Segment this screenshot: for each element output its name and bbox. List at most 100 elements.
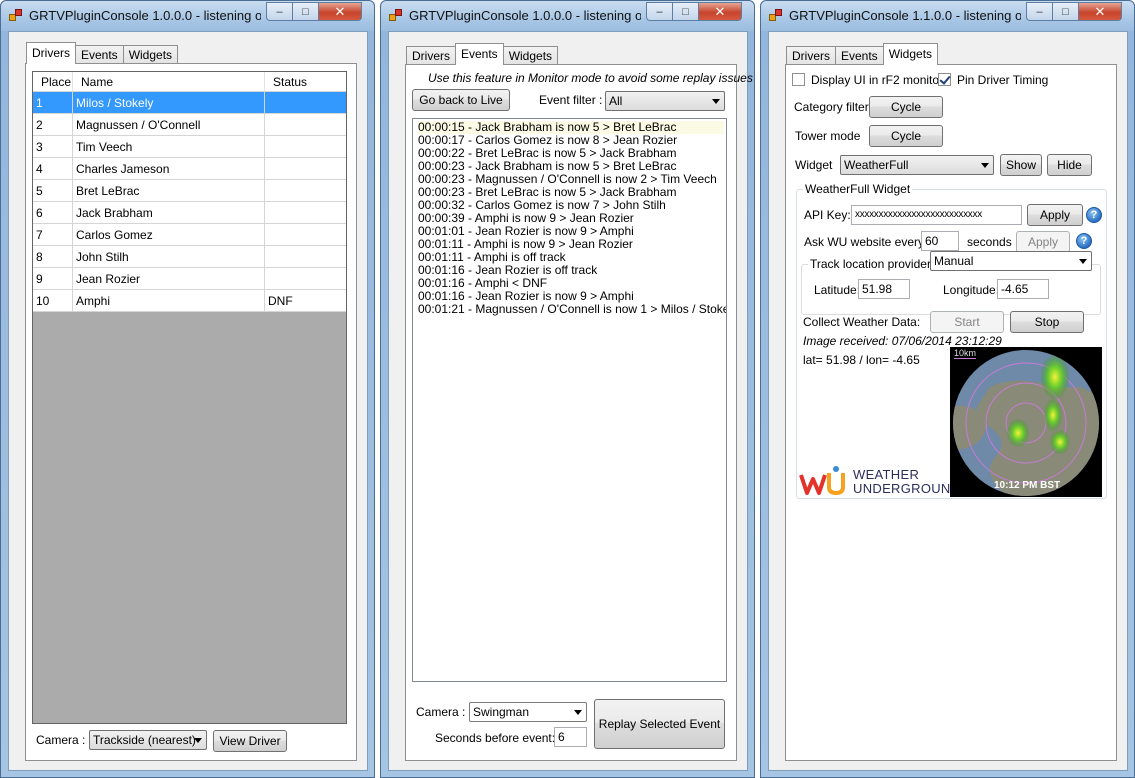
name-cell: Bret LeBrac [73, 180, 265, 201]
table-row[interactable]: 9 Jean Rozier [33, 268, 346, 290]
tab-drivers[interactable]: Drivers [406, 46, 456, 65]
table-row[interactable]: 2 Magnussen / O'Connell [33, 114, 346, 136]
display-ui-label[interactable]: Display UI in rF2 monitor [811, 73, 943, 87]
app-icon [389, 9, 403, 23]
events-tab-panel: Use this feature in Monitor mode to avoi… [405, 64, 753, 761]
minimize-button[interactable]: – [1026, 2, 1052, 21]
close-button[interactable]: ✕ [318, 2, 362, 21]
stop-collect-button[interactable]: Stop [1010, 311, 1084, 333]
display-ui-checkbox[interactable] [792, 73, 805, 86]
track-location-provider-label: Track location provider: [808, 257, 937, 271]
tab-widgets[interactable]: Widgets [502, 46, 559, 65]
maximize-button[interactable]: □ [292, 2, 318, 21]
category-filter-cycle-button[interactable]: Cycle [869, 96, 943, 118]
widget-select[interactable]: WeatherFull [840, 155, 994, 175]
maximize-button[interactable]: □ [672, 2, 698, 21]
table-row[interactable]: 1 Milos / Stokely [33, 92, 346, 114]
list-item[interactable]: 00:01:21 - Magnussen / O'Connell is now … [418, 303, 726, 316]
api-key-apply-button[interactable]: Apply [1027, 204, 1083, 226]
event-filter-select[interactable]: All [605, 91, 725, 111]
radar-time-label: 10:12 PM BST [994, 480, 1061, 491]
track-provider-value: Manual [934, 254, 974, 268]
tab-events[interactable]: Events [75, 45, 124, 64]
ask-wu-apply-button[interactable]: Apply [1016, 231, 1070, 253]
chevron-down-icon [574, 710, 582, 715]
seconds-unit-label: seconds [967, 235, 1012, 249]
minimize-button[interactable]: – [646, 2, 672, 21]
place-cell: 2 [33, 114, 73, 135]
tab-widgets[interactable]: Widgets [882, 43, 939, 65]
widget-select-value: WeatherFull [844, 158, 909, 172]
api-key-input[interactable]: xxxxxxxxxxxxxxxxxxxxxxxxxxx [851, 205, 1022, 225]
status-cell [265, 114, 346, 135]
column-place[interactable]: Place [33, 72, 73, 91]
title-bar[interactable]: GRTVPluginConsole 1.0.0.0 - listening on… [381, 1, 754, 31]
status-cell [265, 180, 346, 201]
view-driver-button[interactable]: View Driver [213, 730, 287, 752]
pin-driver-timing-label[interactable]: Pin Driver Timing [957, 73, 1048, 87]
wu-logo-line2: UNDERGROUND [853, 481, 961, 496]
api-key-help-icon[interactable]: ? [1086, 207, 1102, 223]
name-cell: Charles Jameson [73, 158, 265, 179]
column-name[interactable]: Name [73, 72, 265, 91]
tab-events[interactable]: Events [835, 46, 884, 65]
tab-drivers[interactable]: Drivers [786, 46, 836, 65]
event-list[interactable]: 00:00:15 - Jack Brabham is now 5 > Bret … [412, 118, 727, 682]
replay-selected-event-button[interactable]: Replay Selected Event [594, 699, 725, 749]
pin-driver-timing-checkbox[interactable] [938, 73, 951, 86]
ask-wu-label: Ask WU website every: [804, 235, 928, 249]
place-cell: 3 [33, 136, 73, 157]
client-area: Drivers Events Widgets Place Name Status… [8, 31, 368, 771]
camera-select-value: Swingman [473, 705, 530, 719]
tab-events[interactable]: Events [455, 43, 504, 65]
title-bar[interactable]: GRTVPluginConsole 1.1.0.0 - listening on… [761, 1, 1134, 31]
status-cell [265, 268, 346, 289]
name-cell: Carlos Gomez [73, 224, 265, 245]
table-row[interactable]: 10 Amphi DNF [33, 290, 346, 312]
app-icon [9, 9, 23, 23]
tower-mode-cycle-button[interactable]: Cycle [869, 125, 943, 147]
place-cell: 4 [33, 158, 73, 179]
window-title: GRTVPluginConsole 1.0.0.0 - listening on… [29, 8, 261, 23]
table-row[interactable]: 8 John Stilh [33, 246, 346, 268]
place-cell: 6 [33, 202, 73, 223]
maximize-button[interactable]: □ [1052, 2, 1078, 21]
ask-wu-help-icon[interactable]: ? [1076, 233, 1092, 249]
table-row[interactable]: 7 Carlos Gomez [33, 224, 346, 246]
ask-wu-interval-input[interactable]: 60 [921, 231, 959, 251]
category-filter-label: Category filter [794, 100, 869, 114]
track-provider-select[interactable]: Manual [930, 251, 1092, 271]
camera-select[interactable]: Swingman [469, 702, 587, 722]
drivers-grid[interactable]: Place Name Status 1 Milos / Stokely 2 Magnu… [32, 71, 347, 724]
table-row[interactable]: 3 Tim Veech [33, 136, 346, 158]
tab-drivers[interactable]: Drivers [26, 42, 76, 64]
status-cell [265, 202, 346, 223]
show-widget-button[interactable]: Show [1000, 154, 1042, 176]
window-widgets: GRTVPluginConsole 1.1.0.0 - listening on… [760, 0, 1135, 778]
window-drivers: GRTVPluginConsole 1.0.0.0 - listening on… [0, 0, 375, 778]
go-back-to-live-button[interactable]: Go back to Live [412, 89, 510, 111]
close-button[interactable]: ✕ [1078, 2, 1122, 21]
window-title: GRTVPluginConsole 1.0.0.0 - listening on… [409, 8, 641, 23]
seconds-before-event-input[interactable]: 6 [554, 727, 587, 747]
radar-map [953, 350, 1099, 496]
hide-widget-button[interactable]: Hide [1047, 154, 1092, 176]
drivers-tab-panel: Place Name Status 1 Milos / Stokely 2 Magnu… [25, 63, 357, 761]
table-row[interactable]: 4 Charles Jameson [33, 158, 346, 180]
table-row[interactable]: 6 Jack Brabham [33, 202, 346, 224]
column-status[interactable]: Status [265, 72, 346, 91]
camera-select[interactable]: Trackside (nearest) [89, 730, 207, 750]
name-cell: Magnussen / O'Connell [73, 114, 265, 135]
longitude-input[interactable]: -4.65 [997, 279, 1049, 299]
client-area: Drivers Events Widgets Display UI in rF2… [768, 31, 1128, 771]
minimize-button[interactable]: – [266, 2, 292, 21]
name-cell: John Stilh [73, 246, 265, 267]
radar-scale-label: 10km [954, 348, 977, 359]
close-button[interactable]: ✕ [698, 2, 742, 21]
latitude-input[interactable]: 51.98 [858, 279, 910, 299]
tab-widgets[interactable]: Widgets [122, 45, 179, 64]
start-collect-button[interactable]: Start [930, 311, 1004, 333]
title-bar[interactable]: GRTVPluginConsole 1.0.0.0 - listening on… [1, 1, 374, 31]
name-cell: Milos / Stokely [73, 92, 265, 113]
table-row[interactable]: 5 Bret LeBrac [33, 180, 346, 202]
